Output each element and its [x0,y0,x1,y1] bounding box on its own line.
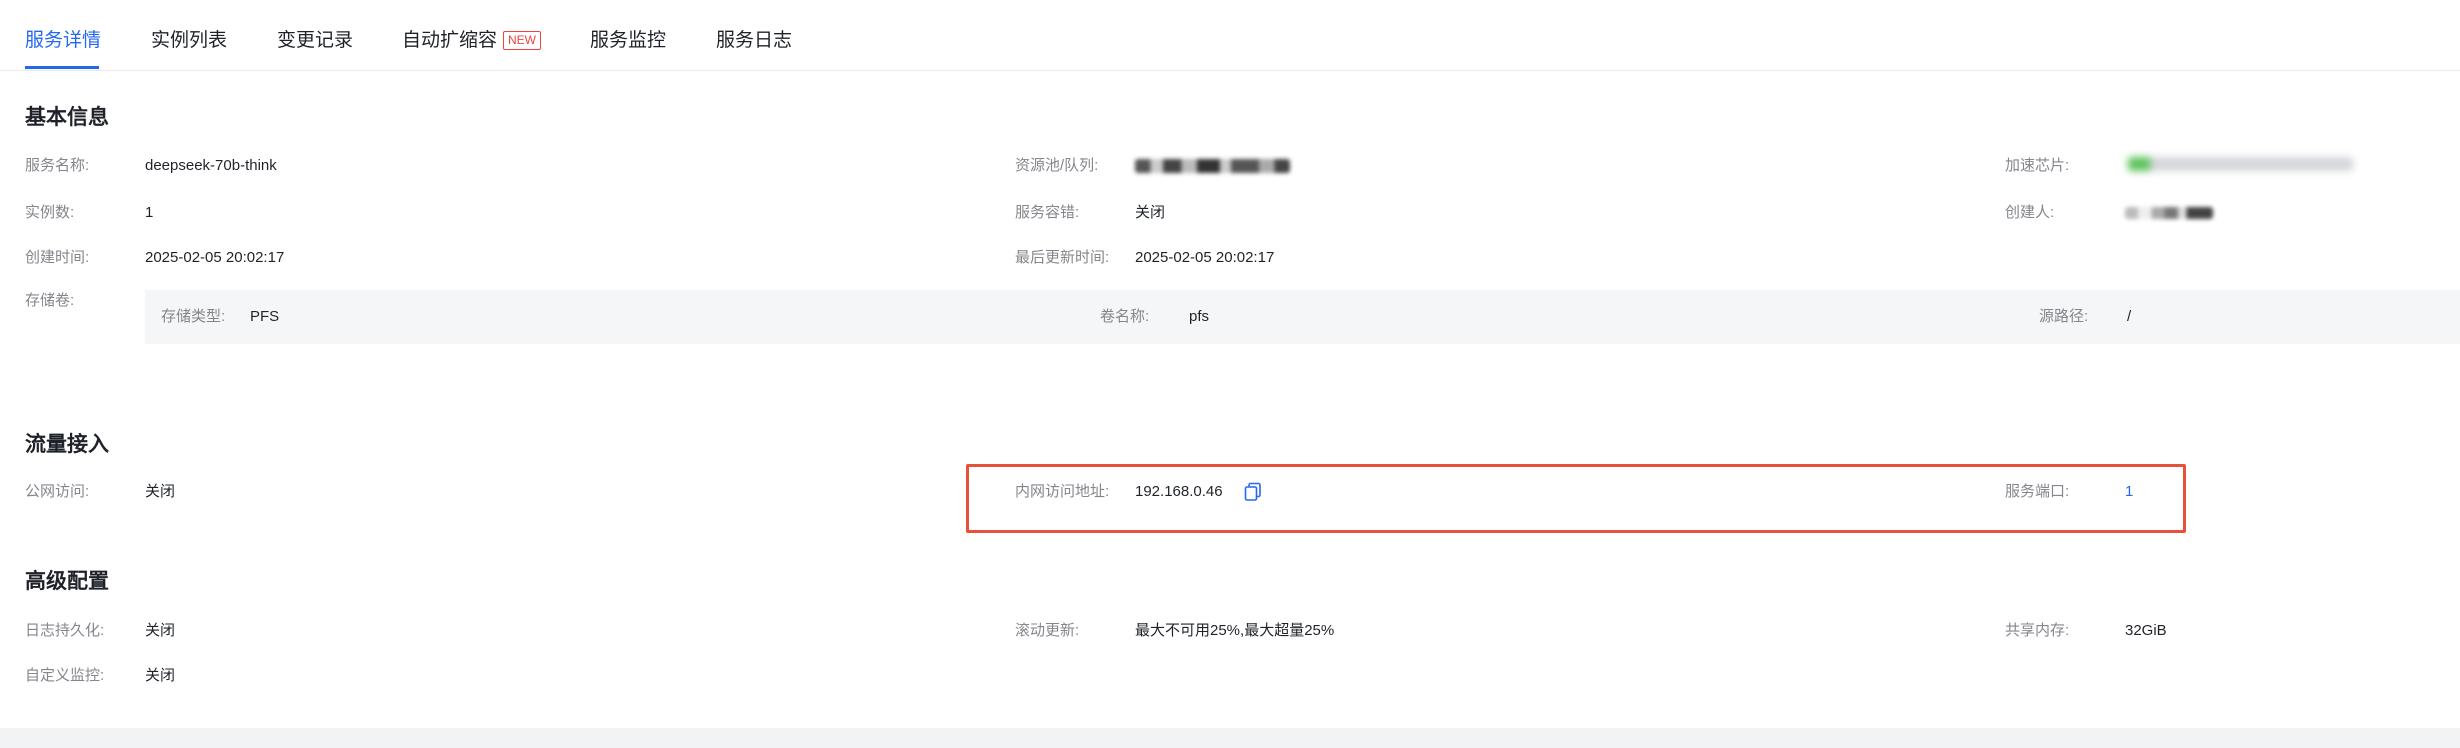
instances-value: 1 [145,204,154,221]
tab-change-records[interactable]: 变更记录 [277,26,353,56]
advanced-config-title: 高级配置 [25,570,109,593]
fault-tolerance-label: 服务容错: [1015,204,1080,221]
updated-time-value: 2025-02-05 20:02:17 [1135,249,1275,266]
accel-chip-label: 加速芯片: [2005,157,2070,174]
copy-icon[interactable] [1244,482,1262,502]
volume-name-label: 卷名称: [1100,308,1150,325]
public-access-label: 公网访问: [25,483,90,500]
tab-autoscaling-label: 自动扩缩容 [402,30,498,51]
source-path-value: / [2127,308,2132,325]
log-persist-label: 日志持久化: [25,622,105,639]
instances-label: 实例数: [25,204,75,221]
custom-monitor-value: 关闭 [145,667,176,684]
custom-monitor-label: 自定义监控: [25,667,105,684]
intranet-address-value: 192.168.0.46 [1135,483,1223,500]
service-name-label: 服务名称: [25,157,90,174]
tab-bar: 服务详情 实例列表 变更记录 自动扩缩容 NEW 服务监控 服务日志 [0,0,2460,71]
fault-tolerance-value: 关闭 [1135,204,1166,221]
volume-label: 存储卷: [25,292,75,309]
resource-pool-label: 资源池/队列: [1015,157,1099,174]
service-name-value: deepseek-70b-think [145,157,277,174]
tab-autoscaling[interactable]: 自动扩缩容 NEW [402,26,542,56]
service-port-label: 服务端口: [2005,483,2070,500]
bottom-divider [0,728,2460,748]
log-persist-value: 关闭 [145,622,176,639]
volume-name-value: pfs [1189,308,1210,325]
storage-volume-panel: 存储类型: PFS 卷名称: pfs 源路径: / [145,290,2460,344]
tab-service-monitoring[interactable]: 服务监控 [590,26,666,56]
basic-info-title: 基本信息 [25,106,109,129]
tab-service-logs[interactable]: 服务日志 [716,26,792,56]
created-time-label: 创建时间: [25,249,90,266]
source-path-label: 源路径: [2039,308,2089,325]
creator-label: 创建人: [2005,204,2055,221]
tab-instance-list[interactable]: 实例列表 [151,26,227,56]
service-port-link[interactable]: 1 [2125,481,2133,503]
rolling-update-label: 滚动更新: [1015,622,1080,639]
intranet-address-label: 内网访问地址: [1015,483,1110,500]
storage-type-value: PFS [250,308,280,325]
new-badge: NEW [503,31,542,50]
tab-service-details[interactable]: 服务详情 [25,26,101,56]
updated-time-label: 最后更新时间: [1015,249,1110,266]
rolling-update-value: 最大不可用25%,最大超量25% [1135,622,1335,639]
shared-memory-value: 32GiB [2125,622,2167,639]
public-access-value: 关闭 [145,483,176,500]
active-tab-indicator [25,66,99,69]
storage-type-label: 存储类型: [161,308,226,325]
shared-memory-label: 共享内存: [2005,622,2070,639]
traffic-title: 流量接入 [25,433,109,456]
created-time-value: 2025-02-05 20:02:17 [145,249,285,266]
